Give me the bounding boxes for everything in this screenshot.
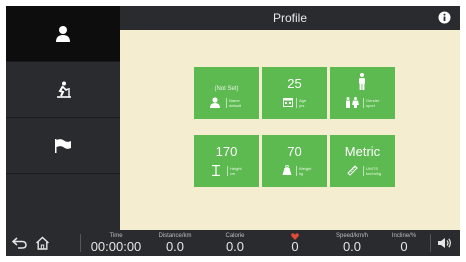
time-value: 00:00:00 (90, 239, 142, 254)
tile-units[interactable]: Metric UNITS km/m/kg (330, 135, 395, 187)
treadmill-runner-icon (57, 81, 71, 98)
incline-value: 0 (400, 239, 408, 254)
name-value: (Not Set) (214, 86, 239, 92)
calorie-metric: Calorie 0.0 (212, 230, 258, 256)
sidebar (6, 6, 120, 230)
header-bar: Profile (120, 6, 460, 30)
distance-value: 0.0 (165, 239, 185, 254)
units-value: Metric (344, 144, 381, 159)
info-icon[interactable] (438, 11, 451, 24)
tile-weight[interactable]: 70 Weight kg (262, 135, 327, 187)
person-icon (359, 73, 365, 90)
weight-icon (282, 165, 292, 175)
back-icon[interactable] (12, 237, 27, 249)
incline-metric: Incline/% 0 (384, 230, 424, 256)
sidebar-item-goals[interactable] (6, 118, 120, 174)
tile-height[interactable]: 170 Height cm (194, 135, 259, 187)
flag-icon (55, 138, 71, 153)
time-metric: Time 00:00:00 (86, 230, 146, 256)
units-sublabel: km/m/kg (366, 171, 382, 176)
tile-gender[interactable]: Gender sport (330, 67, 395, 119)
age-value: 25 (287, 76, 302, 91)
page-title: Profile (272, 11, 307, 25)
bottom-status-bar: Time 00:00:00 Distance/km 0.0 Calorie 0.… (6, 230, 460, 256)
user-icon (56, 25, 70, 42)
weight-value: 70 (287, 144, 302, 159)
male-female-icon (346, 97, 359, 108)
gender-sublabel: sport (366, 103, 375, 108)
sidebar-item-workout[interactable] (6, 62, 120, 118)
distance-metric: Distance/km 0.0 (152, 230, 198, 256)
speed-value: 0.0 (342, 239, 362, 254)
heart-rate-value: 0 (291, 239, 299, 254)
profile-content: (Not Set) Name default 25 Age yrs Gender… (120, 30, 460, 230)
calendar-icon (283, 98, 293, 107)
height-sublabel: cm (230, 171, 236, 176)
tile-age[interactable]: 25 Age yrs (262, 67, 327, 119)
app-window: Profile (Not Set) Name default 25 Age yr… (6, 6, 460, 256)
heart-rate-metric: 0 (282, 230, 308, 256)
age-sublabel: yrs (299, 103, 305, 108)
height-icon (212, 165, 220, 176)
weight-sublabel: kg (299, 171, 304, 176)
tile-name[interactable]: (Not Set) Name default (194, 67, 259, 119)
name-sublabel: default (229, 103, 242, 108)
sidebar-item-profile[interactable] (6, 6, 120, 62)
ruler-icon (347, 165, 358, 176)
speed-metric: Speed/km/h 0.0 (329, 230, 375, 256)
volume-icon[interactable] (437, 237, 452, 249)
user-icon (210, 97, 220, 108)
height-value: 170 (215, 144, 238, 159)
home-icon[interactable] (35, 236, 50, 250)
calorie-value: 0.0 (225, 239, 245, 254)
